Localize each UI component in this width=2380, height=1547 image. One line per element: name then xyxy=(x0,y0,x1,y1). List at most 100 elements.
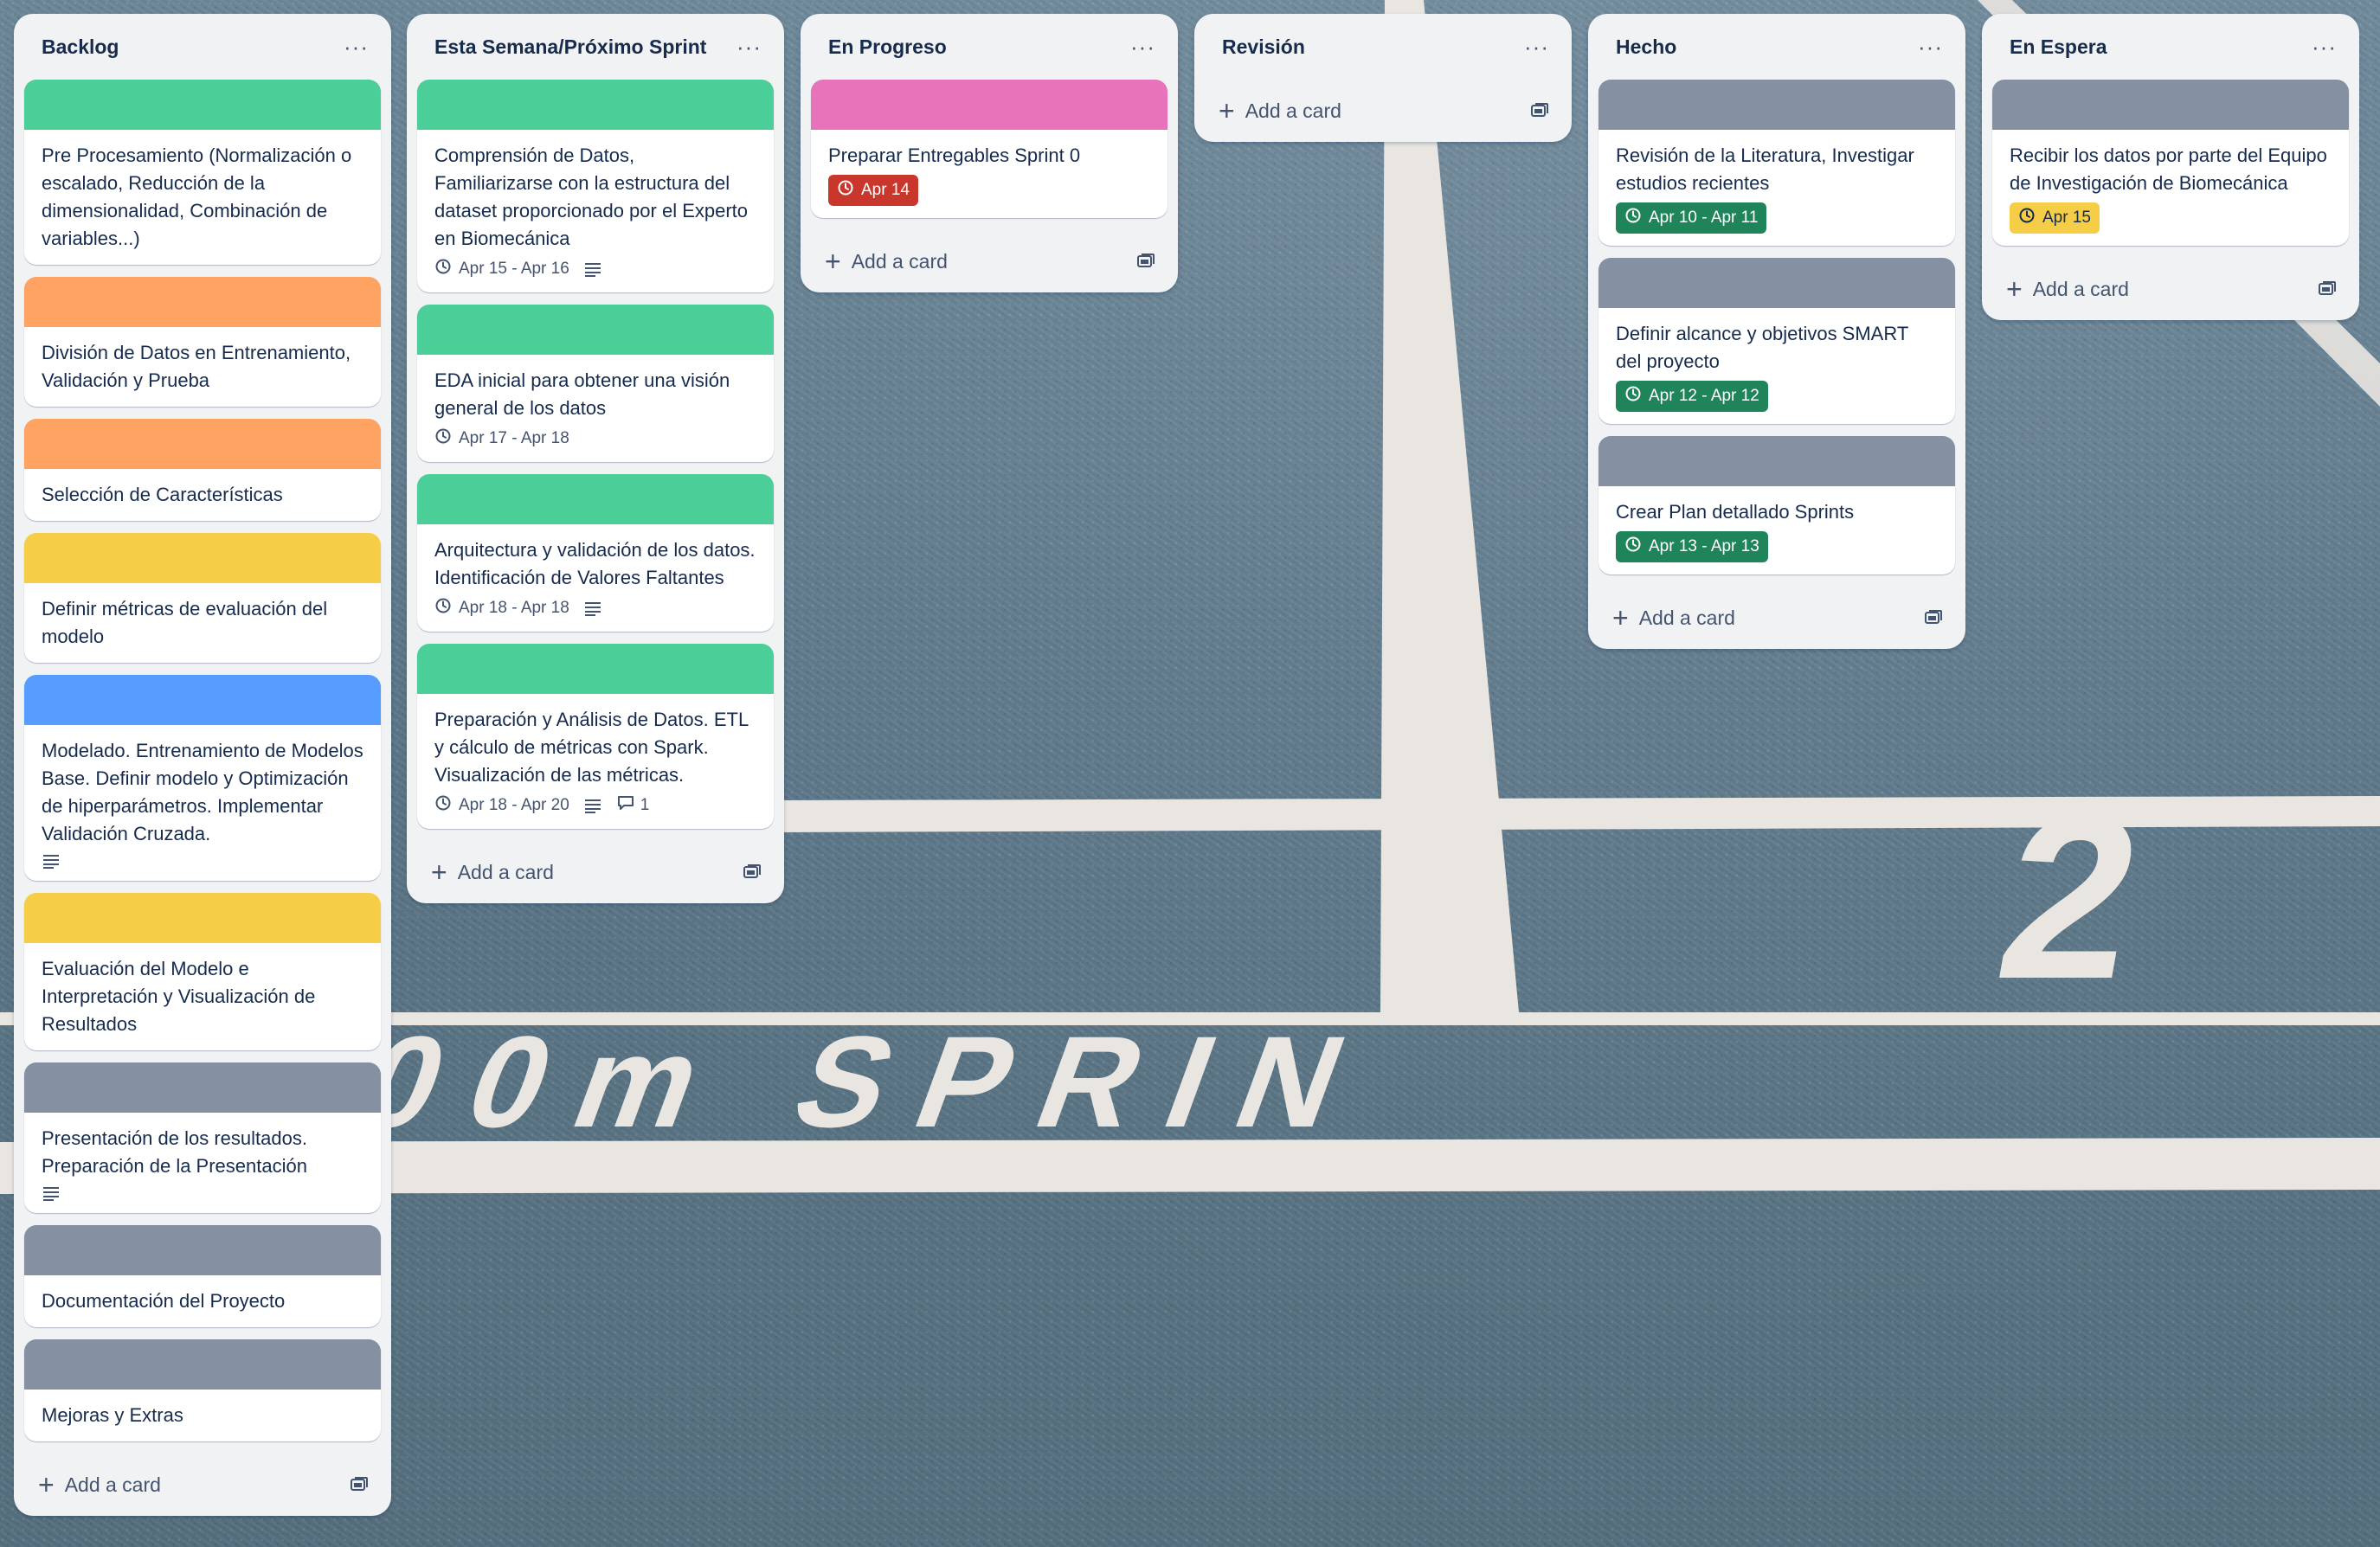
card[interactable]: Presentación de los resultados. Preparac… xyxy=(24,1062,381,1213)
card-body: Preparación y Análisis de Datos. ETL y c… xyxy=(417,694,774,829)
add-card-button[interactable]: + Add a card xyxy=(38,1471,161,1499)
add-card-button[interactable]: + Add a card xyxy=(431,858,554,886)
card[interactable]: Pre Procesamiento (Normalización o escal… xyxy=(24,80,381,265)
create-from-template-icon[interactable] xyxy=(743,863,762,881)
card[interactable]: Preparación y Análisis de Datos. ETL y c… xyxy=(417,644,774,829)
due-date-badge[interactable]: Apr 17 - Apr 18 xyxy=(434,427,569,450)
card-title: Evaluación del Modelo e Interpretación y… xyxy=(42,958,316,1035)
list-menu-button[interactable]: ··· xyxy=(731,30,767,63)
card[interactable]: Arquitectura y validación de los datos. … xyxy=(417,474,774,632)
due-date-badge[interactable]: Apr 10 - Apr 11 xyxy=(1616,202,1767,234)
card[interactable]: Definir alcance y objetivos SMART del pr… xyxy=(1598,258,1955,424)
add-card-row: + Add a card xyxy=(1194,80,1572,142)
plus-icon: + xyxy=(1219,95,1235,126)
card-badges: Apr 18 - Apr 18 xyxy=(434,597,756,619)
list-menu-button[interactable]: ··· xyxy=(2306,30,2342,63)
card-body: Revisión de la Literatura, Investigar es… xyxy=(1598,130,1955,246)
create-from-template-icon[interactable] xyxy=(350,1476,369,1493)
list-backlog: Backlog ··· Pre Procesamiento (Normalizaci… xyxy=(14,14,391,1516)
card-badges: Apr 13 - Apr 13 xyxy=(1616,531,1938,562)
card-badges: Apr 10 - Apr 11 xyxy=(1616,202,1938,234)
card-title: EDA inicial para obtener una visión gene… xyxy=(434,369,730,419)
card-body: Presentación de los resultados. Preparac… xyxy=(24,1113,381,1213)
card-cover xyxy=(417,80,774,130)
card-body: Documentación del Proyecto xyxy=(24,1275,381,1327)
card-title: Arquitectura y validación de los datos. … xyxy=(434,539,756,588)
due-date-badge[interactable]: Apr 13 - Apr 13 xyxy=(1616,531,1768,562)
comment-count: 1 xyxy=(640,796,650,814)
card-title: Comprensión de Datos, Familiarizarse con… xyxy=(434,144,749,249)
card-badges: Apr 12 - Apr 12 xyxy=(1616,381,1938,412)
create-from-template-icon[interactable] xyxy=(1924,609,1943,626)
add-card-row: + Add a card xyxy=(1982,258,2359,320)
card[interactable]: Revisión de la Literatura, Investigar es… xyxy=(1598,80,1955,246)
card-title: Pre Procesamiento (Normalización o escal… xyxy=(42,144,352,249)
list-title[interactable]: Esta Semana/Próximo Sprint xyxy=(434,35,706,59)
card-body: Definir alcance y objetivos SMART del pr… xyxy=(1598,308,1955,424)
due-date-text: Apr 18 - Apr 20 xyxy=(459,796,569,814)
card-title: Modelado. Entrenamiento de Modelos Base.… xyxy=(42,740,363,844)
clock-icon xyxy=(2018,207,2036,229)
card[interactable]: Selección de Características xyxy=(24,419,381,521)
card-cover xyxy=(1598,80,1955,130)
due-date-badge[interactable]: Apr 12 - Apr 12 xyxy=(1616,381,1768,412)
card-body: Selección de Características xyxy=(24,469,381,521)
plus-icon: + xyxy=(38,1469,55,1500)
description-icon xyxy=(583,261,602,277)
card-body: Modelado. Entrenamiento de Modelos Base.… xyxy=(24,725,381,881)
card[interactable]: Mejoras y Extras xyxy=(24,1339,381,1441)
card[interactable]: Preparar Entregables Sprint 0 Apr 14 xyxy=(811,80,1167,218)
list-hecho: Hecho ··· Revisión de la Literatura, Inves… xyxy=(1588,14,1965,649)
add-card-button[interactable]: + Add a card xyxy=(1219,97,1341,125)
card-body: Comprensión de Datos, Familiarizarse con… xyxy=(417,130,774,292)
plus-icon: + xyxy=(431,857,447,888)
due-date-badge[interactable]: Apr 14 xyxy=(828,175,918,206)
create-from-template-icon[interactable] xyxy=(1136,253,1155,270)
card[interactable]: Comprensión de Datos, Familiarizarse con… xyxy=(417,80,774,292)
add-card-button[interactable]: + Add a card xyxy=(1612,604,1735,632)
card[interactable]: Definir métricas de evaluación del model… xyxy=(24,533,381,663)
list-menu-button[interactable]: ··· xyxy=(1125,30,1161,63)
card[interactable]: División de Datos en Entrenamiento, Vali… xyxy=(24,277,381,407)
list-menu-button[interactable]: ··· xyxy=(1519,30,1554,63)
card[interactable]: Evaluación del Modelo e Interpretación y… xyxy=(24,893,381,1050)
list-title[interactable]: Backlog xyxy=(42,35,119,59)
due-date-badge[interactable]: Apr 18 - Apr 18 xyxy=(434,597,569,619)
card-badges: Apr 15 - Apr 16 xyxy=(434,258,756,280)
add-card-button[interactable]: + Add a card xyxy=(2006,275,2129,303)
list-title[interactable]: Hecho xyxy=(1616,35,1676,59)
card-body: EDA inicial para obtener una visión gene… xyxy=(417,355,774,462)
due-date-text: Apr 14 xyxy=(861,181,910,199)
card-cover xyxy=(417,474,774,524)
card[interactable]: Documentación del Proyecto xyxy=(24,1225,381,1327)
list-header: Backlog ··· xyxy=(14,14,391,80)
list-title[interactable]: Revisión xyxy=(1222,35,1305,59)
list-menu-button[interactable]: ··· xyxy=(1913,30,1948,63)
due-date-badge[interactable]: Apr 15 xyxy=(2010,202,2100,234)
card-title: Documentación del Proyecto xyxy=(42,1290,286,1312)
due-date-badge[interactable]: Apr 18 - Apr 20 xyxy=(434,794,569,817)
list-en-progreso: En Progreso ··· Preparar Entregables Sprin… xyxy=(801,14,1178,292)
card[interactable]: Modelado. Entrenamiento de Modelos Base.… xyxy=(24,675,381,881)
list-menu-button[interactable]: ··· xyxy=(338,30,374,63)
create-from-template-icon[interactable] xyxy=(2318,280,2337,298)
plus-icon: + xyxy=(2006,273,2023,305)
add-card-label: Add a card xyxy=(457,860,554,883)
card[interactable]: Crear Plan detallado Sprints Apr 13 - Apr… xyxy=(1598,436,1955,575)
due-date-badge[interactable]: Apr 15 - Apr 16 xyxy=(434,258,569,280)
card-cover xyxy=(24,675,381,725)
list-title[interactable]: En Espera xyxy=(2010,35,2107,59)
card-badges: Apr 17 - Apr 18 xyxy=(434,427,756,450)
card-cover xyxy=(1992,80,2349,130)
list-header: En Progreso ··· xyxy=(801,14,1178,80)
list-title[interactable]: En Progreso xyxy=(828,35,947,59)
card[interactable]: Recibir los datos por parte del Equipo d… xyxy=(1992,80,2349,246)
comments-badge: 1 xyxy=(616,794,650,817)
list-revisi-n: Revisión ··· + Add a card xyxy=(1194,14,1572,142)
card-body: Definir métricas de evaluación del model… xyxy=(24,583,381,663)
card-body: Recibir los datos por parte del Equipo d… xyxy=(1992,130,2349,246)
add-card-button[interactable]: + Add a card xyxy=(825,247,948,275)
create-from-template-icon[interactable] xyxy=(1530,102,1549,119)
card[interactable]: EDA inicial para obtener una visión gene… xyxy=(417,305,774,462)
due-date-text: Apr 18 - Apr 18 xyxy=(459,599,569,617)
